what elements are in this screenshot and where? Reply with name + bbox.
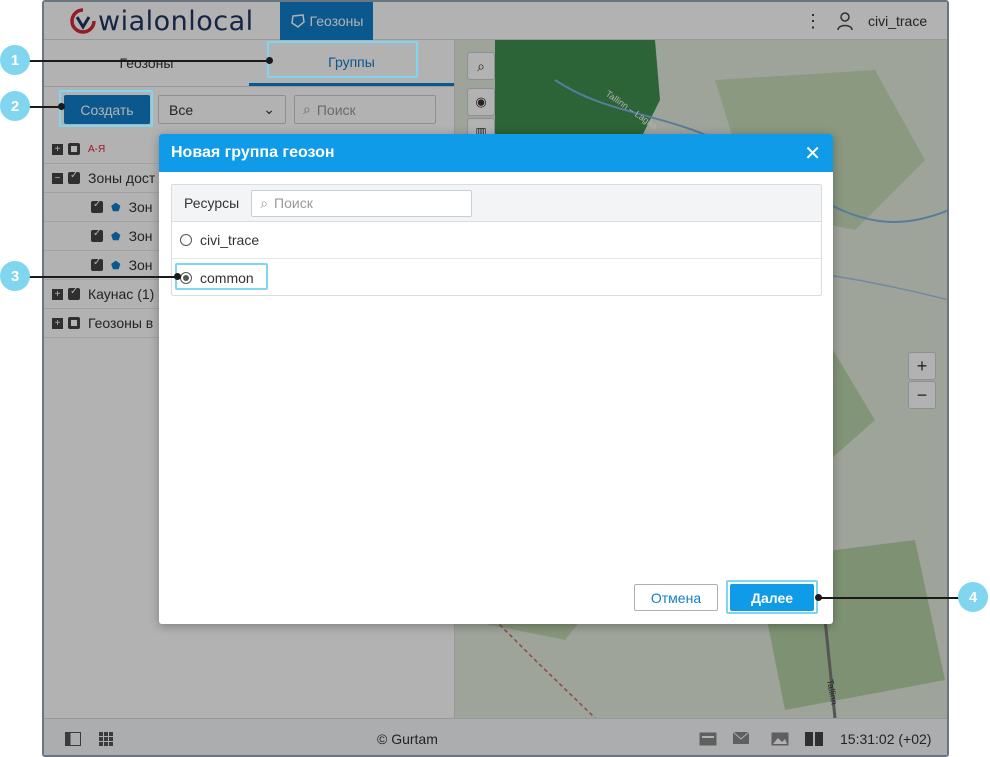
highlight-next-button [726, 580, 818, 614]
resource-label: civi_trace [200, 232, 260, 248]
search-icon: ⌕ [260, 194, 269, 211]
callout-4: 4 [958, 582, 988, 612]
callout-line [28, 106, 62, 108]
resources-box: Ресурсы ⌕ Поиск civi_trace common [171, 184, 822, 296]
highlight-common-option [175, 263, 268, 290]
radio-button[interactable] [180, 234, 192, 246]
callout-dot [174, 273, 181, 280]
new-geofence-group-dialog: Новая группа геозон ✕ Ресурсы ⌕ Поиск ci… [159, 134, 833, 624]
search-placeholder: Поиск [274, 195, 313, 211]
close-icon[interactable]: ✕ [804, 141, 821, 166]
resource-option-common[interactable]: common [172, 259, 821, 296]
callout-dot [58, 103, 65, 110]
callout-3: 3 [0, 261, 30, 291]
resources-label: Ресурсы [184, 195, 240, 211]
callout-1: 1 [0, 45, 30, 75]
dialog-header: Новая группа геозон ✕ [159, 134, 833, 172]
callout-dot [815, 594, 822, 601]
cancel-button[interactable]: Отмена [634, 584, 718, 611]
callout-dot [266, 57, 273, 64]
highlight-groups-tab [267, 41, 418, 78]
callout-2: 2 [0, 91, 30, 121]
callout-line [28, 60, 270, 62]
callout-line [28, 276, 178, 278]
resources-header: Ресурсы ⌕ Поиск [172, 185, 821, 222]
resource-search-input[interactable]: ⌕ Поиск [251, 189, 473, 217]
highlight-create-button [59, 90, 153, 127]
dialog-title: Новая группа геозон [171, 144, 335, 161]
resource-option-civi-trace[interactable]: civi_trace [172, 222, 821, 259]
callout-line [818, 597, 964, 599]
